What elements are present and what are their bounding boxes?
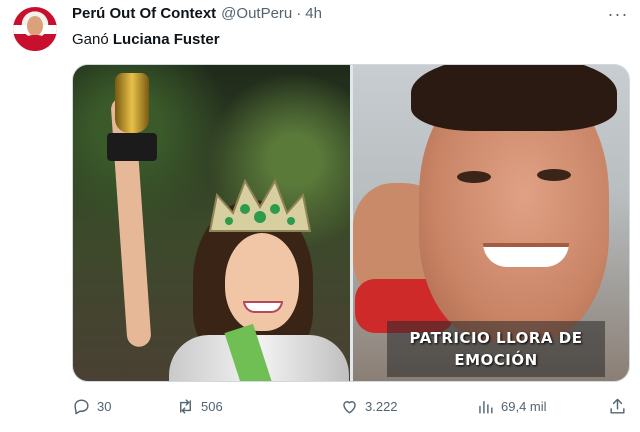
- tweet-text: Ganó Luciana Fuster: [72, 31, 220, 48]
- media-image-right[interactable]: PATRICIO LLORA DE EMOCIÓN: [353, 65, 629, 381]
- heart-icon: [343, 400, 356, 414]
- share-icon: [610, 398, 625, 414]
- caption-line-2: EMOCIÓN: [454, 351, 538, 369]
- repost-count: 506: [201, 398, 223, 414]
- tv-caption: PATRICIO LLORA DE EMOCIÓN: [387, 321, 605, 377]
- author-handle[interactable]: @OutPeru: [221, 5, 292, 22]
- more-icon[interactable]: ···: [606, 4, 630, 24]
- smile: [243, 301, 283, 313]
- header-separator: ·: [296, 5, 302, 22]
- caption-line-1: PATRICIO LLORA DE: [409, 329, 583, 347]
- media-image-left[interactable]: [73, 65, 350, 381]
- left-eye: [457, 171, 491, 183]
- right-eye: [537, 169, 571, 181]
- tweet-time[interactable]: 4h: [305, 5, 322, 22]
- author-name[interactable]: Perú Out Of Context: [72, 5, 216, 22]
- reply-count: 30: [97, 398, 112, 414]
- tweet-actions: 30 506 3.222 69,4 mil: [72, 395, 630, 417]
- views-icon: [479, 400, 493, 414]
- tweet-header: Perú Out Of Context @OutPeru · 4h: [72, 5, 322, 25]
- trophy-image: [107, 73, 157, 169]
- mouth: [483, 243, 569, 267]
- avatar-face: [27, 16, 43, 36]
- tweet-media[interactable]: PATRICIO LLORA DE EMOCIÓN: [72, 64, 630, 382]
- views-count: 69,4 mil: [501, 398, 547, 414]
- tweet-text-bold: Luciana Fuster: [112, 31, 220, 48]
- avatar-shirt: [21, 35, 49, 51]
- like-button[interactable]: 3.222: [340, 395, 398, 417]
- reply-button[interactable]: 30: [72, 395, 111, 417]
- share-button[interactable]: [608, 395, 633, 417]
- views-button[interactable]: 69,4 mil: [476, 395, 547, 417]
- trophy-base: [107, 133, 157, 161]
- face: [225, 233, 299, 331]
- hair: [411, 65, 617, 131]
- repost-button[interactable]: 506: [176, 395, 223, 417]
- tweet-text-prefix: Ganó: [72, 31, 113, 48]
- trophy-cup: [115, 73, 149, 133]
- crown-image: [208, 178, 312, 232]
- repost-icon: [180, 398, 191, 414]
- like-count: 3.222: [365, 398, 398, 414]
- reply-icon: [74, 398, 89, 414]
- avatar[interactable]: [13, 7, 57, 51]
